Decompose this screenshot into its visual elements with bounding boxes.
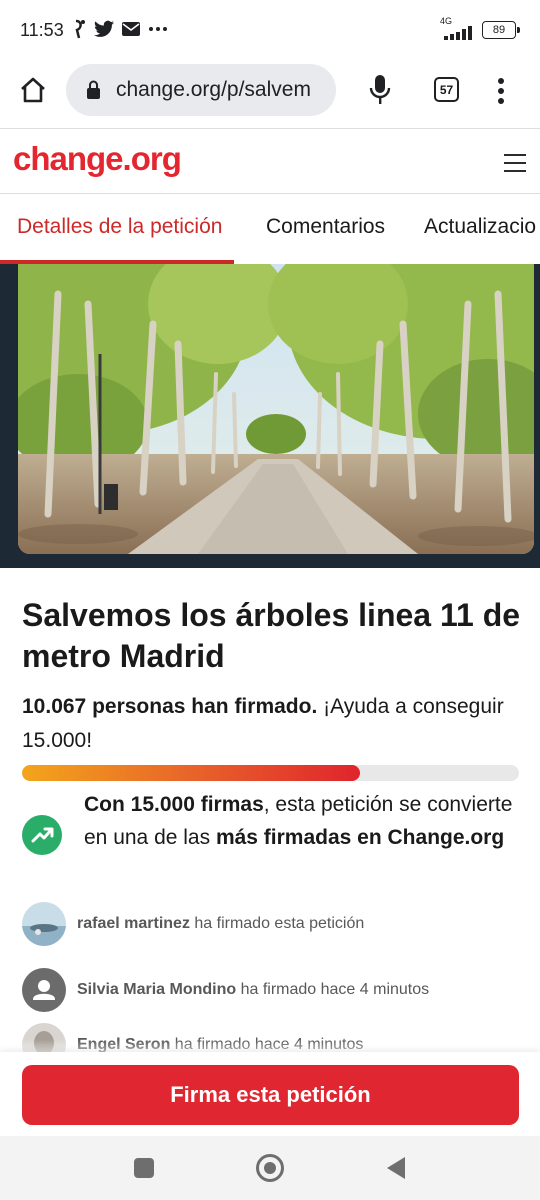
signature-count-bold: 10.067 personas han firmado. [22, 695, 318, 718]
network-type: 4G [440, 16, 453, 26]
signer-action: ha firmado esta petición [189, 915, 365, 932]
hamburger-menu-icon[interactable] [504, 154, 526, 178]
back-icon[interactable] [386, 1156, 406, 1180]
milestone-bold-goal: Con 15.000 firmas [84, 793, 264, 816]
recents-icon[interactable] [134, 1158, 154, 1178]
petition-photo [18, 264, 534, 554]
status-time: 11:53 [20, 20, 64, 40]
microphone-icon[interactable] [369, 74, 391, 106]
tab-petition-details[interactable]: Detalles de la petición [17, 215, 222, 239]
battery-level: 89 [492, 24, 506, 36]
avatar [22, 902, 66, 946]
signal-icon: 4G [440, 16, 474, 40]
more-notifications-icon [149, 27, 167, 31]
signer-name: Silvia Maria Mondino [77, 981, 237, 998]
tab-switcher-button[interactable]: 57 [434, 77, 459, 102]
trending-up-icon [22, 815, 62, 855]
list-item: Silvia Maria Mondino ha firmado hace 4 m… [22, 967, 522, 1013]
list-item: rafael martinez ha firmado esta petición [22, 901, 522, 947]
home-icon[interactable] [19, 76, 47, 104]
signer-action: ha firmado hace 4 minutos [236, 981, 430, 998]
mail-icon [122, 22, 140, 36]
petition-title: Salvemos los árboles linea 11 de metro M… [22, 597, 521, 674]
signer-name: rafael martinez [77, 915, 190, 932]
system-icons: 4G 89 [440, 16, 520, 40]
signature-progress-bar [22, 765, 519, 781]
url-text[interactable]: change.org/p/salvem [116, 78, 328, 102]
default-avatar-icon [22, 968, 66, 1012]
browser-menu-icon[interactable] [497, 78, 505, 104]
progress-fill [22, 765, 360, 781]
notification-icons [72, 18, 168, 40]
change-org-logo[interactable]: change.org [13, 140, 182, 178]
lock-icon[interactable] [86, 80, 101, 100]
home-nav-icon[interactable] [256, 1154, 284, 1182]
battery-icon: 89 [482, 21, 520, 39]
tab-comments[interactable]: Comentarios [266, 215, 385, 239]
signature-count: 10.067 personas han firmado. ¡Ayuda a co… [22, 690, 522, 758]
sign-petition-button[interactable]: Firma esta petición [22, 1065, 519, 1125]
milestone-bold-most-signed: más firmadas en Change.org [215, 826, 505, 849]
tab-updates[interactable]: Actualizacio [424, 215, 536, 239]
signal-boost-icon [75, 19, 85, 39]
twitter-icon [94, 20, 114, 37]
milestone-text: Con 15.000 firmas, esta petición se conv… [84, 788, 524, 854]
